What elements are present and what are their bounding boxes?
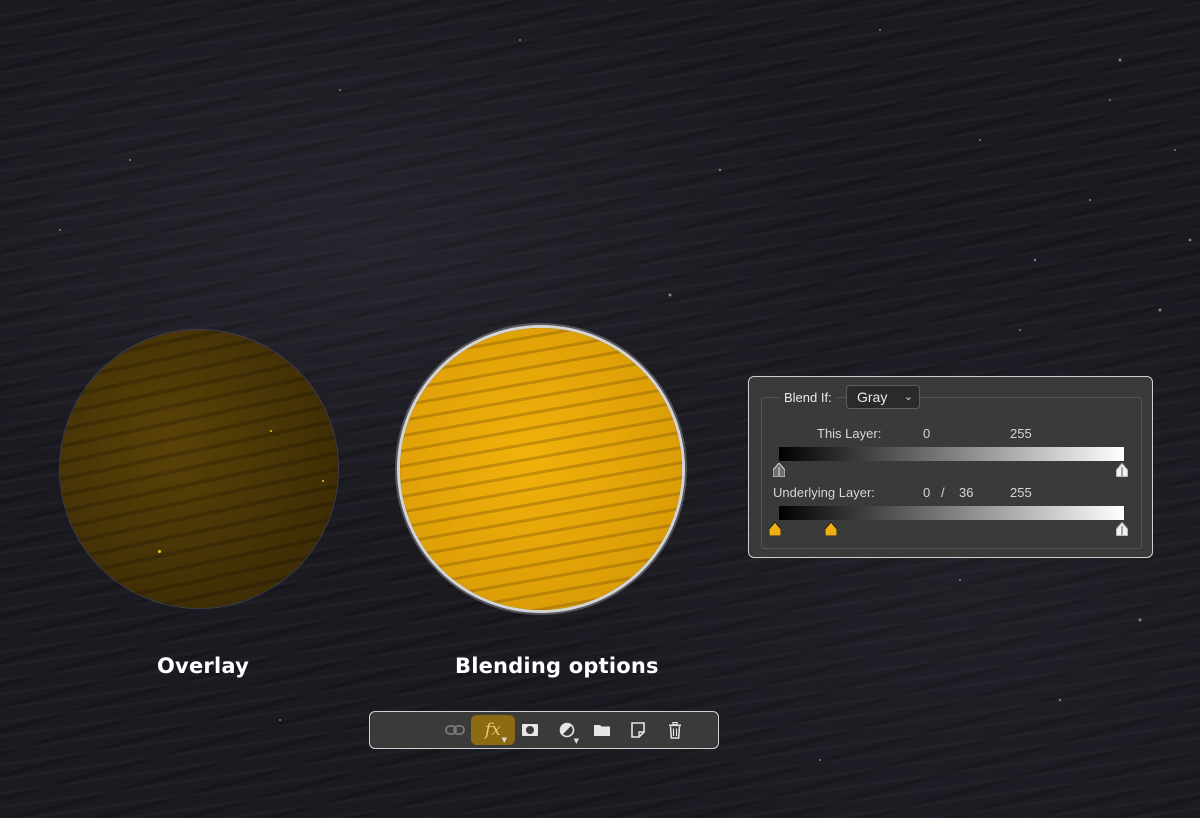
layer-mask-icon (522, 724, 538, 736)
dropdown-arrow-icon: ▼ (573, 737, 579, 745)
blend-if-group-frame (761, 397, 1142, 549)
overlay-caption: Overlay (157, 654, 249, 678)
underlying-layer-white-value: 255 (1010, 485, 1032, 500)
new-adjustment-layer-button[interactable]: ▼ (552, 715, 582, 745)
gold-sparkle (270, 430, 272, 432)
dropdown-arrow-icon: ▼ (501, 736, 507, 744)
new-layer-button[interactable] (623, 715, 653, 745)
new-layer-icon (631, 722, 645, 738)
underlying-layer-gradient-bar (779, 506, 1124, 520)
blend-if-channel-select[interactable]: Gray ⌄ (846, 385, 920, 409)
this-layer-black-slider-handle[interactable] (773, 463, 785, 477)
blending-options-caption: Blending options (455, 654, 659, 678)
underlying-black-slider-left-half-handle[interactable] (769, 522, 781, 536)
folder-icon (594, 725, 610, 736)
fx-icon: fx (485, 720, 501, 740)
blend-if-panel: Blend If: Gray ⌄ This Layer: 0 255 Under… (748, 376, 1153, 558)
trash-icon (669, 721, 681, 739)
underlying-layer-value-separator: / (941, 485, 945, 500)
this-layer-white-slider-handle[interactable] (1116, 463, 1128, 477)
underlying-layer-black-value: 0 (923, 485, 931, 500)
blend-if-label: Blend If: (779, 390, 837, 405)
this-layer-black-value: 0 (923, 426, 931, 441)
layer-style-fx-button[interactable]: fx ▼ (471, 715, 515, 745)
underlying-layer-split-value: 36 (959, 485, 974, 500)
blending-options-circle (400, 328, 682, 610)
layers-panel-toolbar: fx ▼ ▼ (369, 711, 719, 749)
this-layer-label: This Layer: (817, 426, 882, 441)
link-icon (445, 725, 465, 735)
this-layer-white-value: 255 (1010, 426, 1032, 441)
underlying-layer-label: Underlying Layer: (773, 485, 875, 500)
gold-sparkle (322, 480, 324, 482)
chevron-down-icon: ⌄ (903, 391, 913, 403)
new-group-button[interactable] (587, 715, 617, 745)
underlying-white-slider-handle[interactable] (1116, 522, 1128, 536)
this-layer-gradient-bar (779, 447, 1124, 461)
underlying-black-slider-right-half-handle[interactable] (825, 522, 837, 536)
overlay-blend-circle (60, 330, 338, 608)
channel-select-value: Gray (857, 389, 888, 405)
adjustment-layer-icon (559, 722, 575, 738)
gold-sparkle (158, 550, 161, 553)
add-layer-mask-button[interactable] (515, 715, 545, 745)
delete-layer-button[interactable] (660, 715, 690, 745)
link-layers-button[interactable] (440, 715, 470, 745)
